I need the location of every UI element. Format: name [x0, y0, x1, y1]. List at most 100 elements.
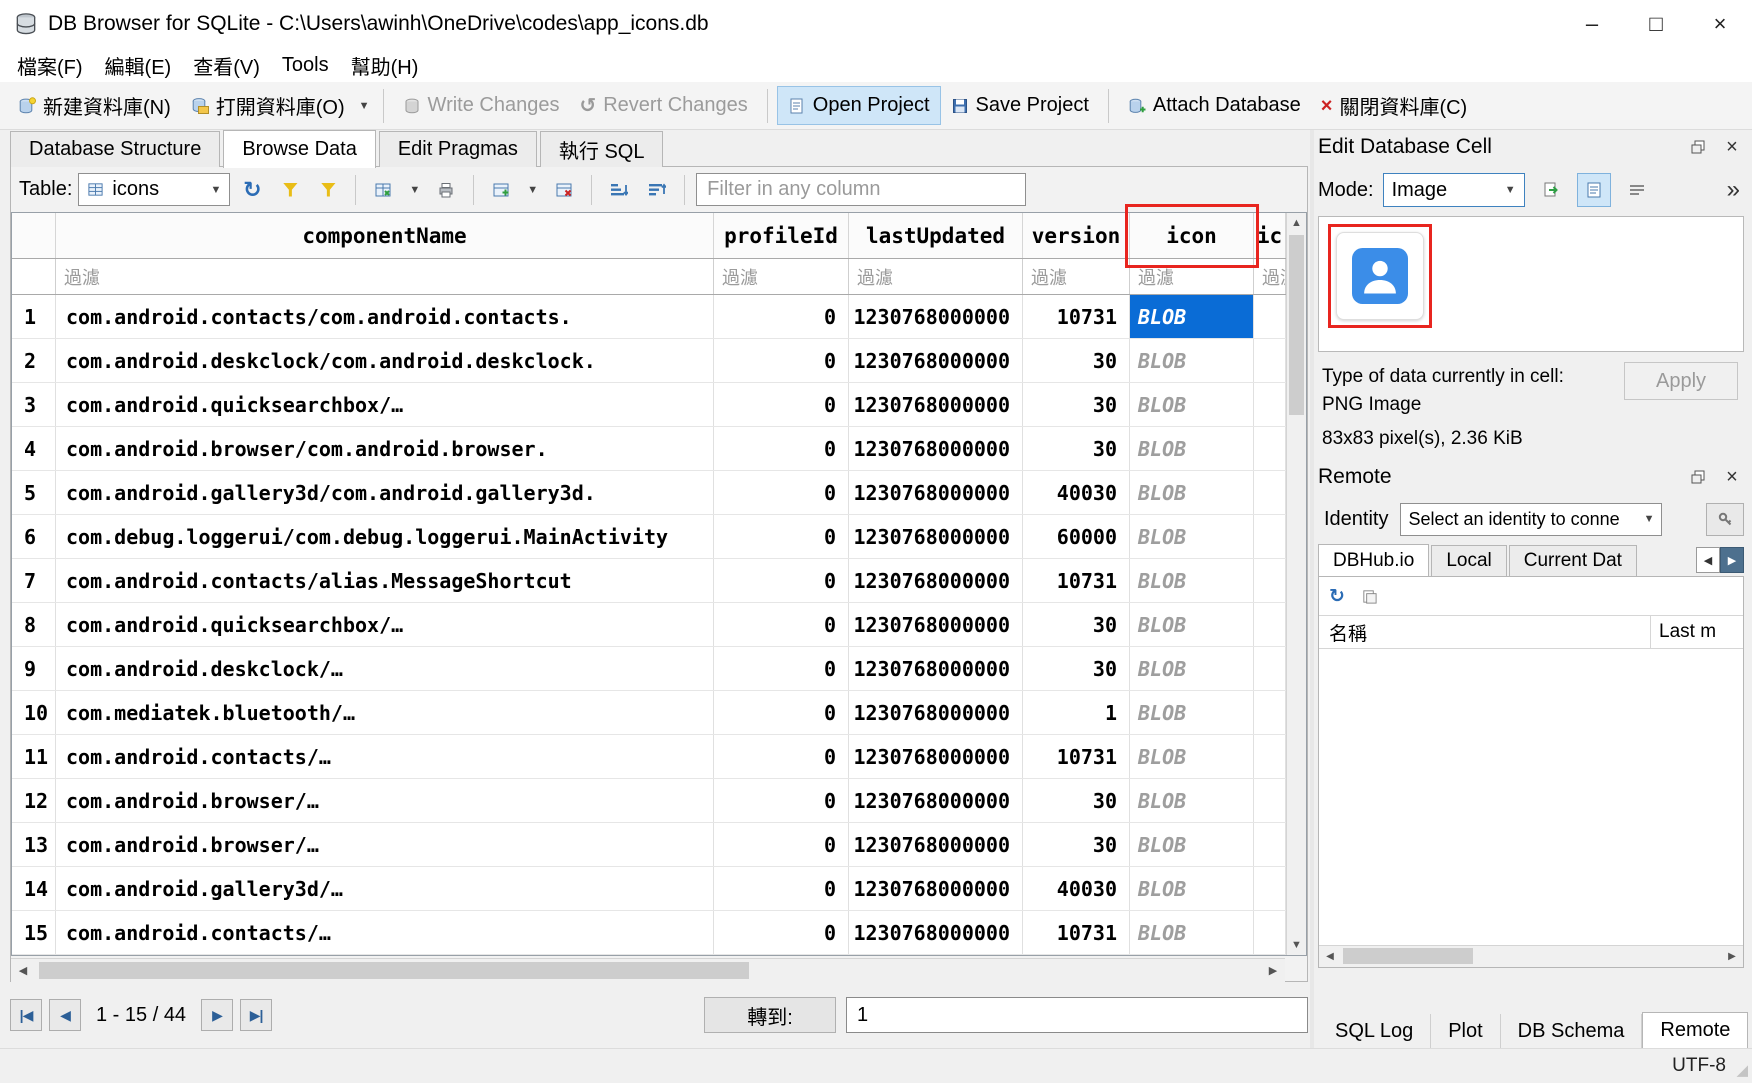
resize-grip-icon[interactable]: ◢ [1736, 1061, 1748, 1079]
save-table-caret-icon[interactable]: ▼ [405, 180, 424, 200]
corner-header[interactable] [12, 213, 56, 258]
cell-extra[interactable] [1254, 647, 1286, 690]
filter-any-column-input[interactable] [696, 173, 1026, 206]
save-project-button[interactable]: Save Project [941, 87, 1099, 124]
filter-input-profileId[interactable]: 過濾 [714, 259, 849, 294]
close-panel-icon[interactable]: × [1720, 465, 1744, 489]
row-number[interactable]: 6 [12, 515, 56, 558]
save-table-button[interactable] [367, 174, 399, 206]
first-record-button[interactable]: |◀ [10, 999, 42, 1031]
cell-version[interactable]: 10731 [1023, 735, 1130, 778]
import-identity-button[interactable] [1706, 503, 1744, 536]
menu-edit[interactable]: 編輯(E) [94, 48, 183, 83]
refresh-button[interactable]: ↻ [236, 174, 268, 206]
cell-componentName[interactable]: com.android.contacts/… [56, 911, 714, 954]
cell-version[interactable]: 1 [1023, 691, 1130, 734]
encoding-indicator[interactable]: UTF-8 [1672, 1055, 1726, 1077]
horizontal-scrollbar-thumb[interactable] [39, 962, 749, 979]
text-mode-button[interactable] [1577, 173, 1611, 207]
remote-clone-icon[interactable] [1361, 588, 1378, 605]
cell-componentName[interactable]: com.mediatek.bluetooth/… [56, 691, 714, 734]
remote-tab-dbhub[interactable]: DBHub.io [1318, 544, 1429, 576]
menu-file[interactable]: 檔案(F) [6, 48, 94, 83]
cell-componentName[interactable]: com.android.quicksearchbox/… [56, 383, 714, 426]
cell-extra[interactable] [1254, 471, 1286, 514]
cell-lastUpdated[interactable]: 1230768000000 [849, 295, 1023, 338]
column-header-lastUpdated[interactable]: lastUpdated [849, 213, 1023, 258]
menu-view[interactable]: 查看(V) [182, 48, 271, 83]
cell-extra[interactable] [1254, 559, 1286, 602]
word-wrap-button[interactable] [1620, 173, 1654, 207]
revert-changes-button[interactable]: ↺ Revert Changes [569, 86, 757, 125]
next-record-button[interactable]: ▶ [201, 999, 233, 1031]
cell-profileId[interactable]: 0 [714, 427, 849, 470]
cell-componentName[interactable]: com.debug.loggerui/com.debug.loggerui.Ma… [56, 515, 714, 558]
attach-database-button[interactable]: Attach Database [1118, 87, 1311, 124]
write-changes-button[interactable]: Write Changes [393, 87, 570, 124]
cell-version[interactable]: 30 [1023, 823, 1130, 866]
cell-extra[interactable] [1254, 383, 1286, 426]
cell-componentName[interactable]: com.android.quicksearchbox/… [56, 603, 714, 646]
filter-input-version[interactable]: 過濾 [1023, 259, 1130, 294]
cell-extra[interactable] [1254, 339, 1286, 382]
cell-lastUpdated[interactable]: 1230768000000 [849, 867, 1023, 910]
cell-icon[interactable]: BLOB [1130, 691, 1254, 734]
cell-componentName[interactable]: com.android.deskclock/… [56, 647, 714, 690]
goto-record-input[interactable] [846, 997, 1308, 1033]
tab-browse-data[interactable]: Browse Data [223, 130, 376, 168]
cell-profileId[interactable]: 0 [714, 691, 849, 734]
cell-version[interactable]: 30 [1023, 603, 1130, 646]
cell-version[interactable]: 30 [1023, 427, 1130, 470]
scroll-right-icon[interactable]: ▶ [1261, 959, 1285, 982]
cell-profileId[interactable]: 0 [714, 911, 849, 954]
sort-ascending-button[interactable] [603, 174, 635, 206]
row-number[interactable]: 7 [12, 559, 56, 602]
cell-icon[interactable]: BLOB [1130, 383, 1254, 426]
last-record-button[interactable]: ▶| [240, 999, 272, 1031]
cell-profileId[interactable]: 0 [714, 823, 849, 866]
row-number[interactable]: 15 [12, 911, 56, 954]
cell-version[interactable]: 10731 [1023, 559, 1130, 602]
cell-extra[interactable] [1254, 515, 1286, 558]
row-number[interactable]: 14 [12, 867, 56, 910]
apply-button[interactable]: Apply [1624, 362, 1738, 400]
cell-lastUpdated[interactable]: 1230768000000 [849, 515, 1023, 558]
cell-icon[interactable]: BLOB [1130, 779, 1254, 822]
remote-refresh-icon[interactable]: ↻ [1329, 587, 1345, 606]
sort-descending-button[interactable] [641, 174, 673, 206]
dock-tab-sql-log[interactable]: SQL Log [1318, 1014, 1431, 1048]
cell-version[interactable]: 30 [1023, 339, 1130, 382]
filter-button[interactable] [274, 174, 306, 206]
dock-tab-remote[interactable]: Remote [1642, 1012, 1748, 1048]
cell-version[interactable]: 40030 [1023, 471, 1130, 514]
new-database-button[interactable]: 新建資料庫(N) [8, 84, 181, 127]
cell-icon[interactable]: BLOB [1130, 515, 1254, 558]
remote-column-name[interactable]: 名稱 [1319, 616, 1651, 648]
row-number[interactable]: 3 [12, 383, 56, 426]
cell-version[interactable]: 30 [1023, 779, 1130, 822]
remote-tabs-scroll-right-icon[interactable]: ▶ [1720, 547, 1744, 573]
cell-version[interactable]: 10731 [1023, 911, 1130, 954]
row-number[interactable]: 1 [12, 295, 56, 338]
row-number[interactable]: 12 [12, 779, 56, 822]
column-header-icon[interactable]: icon [1130, 213, 1254, 258]
cell-componentName[interactable]: com.android.browser/… [56, 823, 714, 866]
cell-lastUpdated[interactable]: 1230768000000 [849, 647, 1023, 690]
cell-profileId[interactable]: 0 [714, 559, 849, 602]
dock-tab-plot[interactable]: Plot [1431, 1014, 1500, 1048]
cell-extra[interactable] [1254, 735, 1286, 778]
float-panel-icon[interactable] [1686, 135, 1710, 159]
cell-lastUpdated[interactable]: 1230768000000 [849, 427, 1023, 470]
cell-profileId[interactable]: 0 [714, 295, 849, 338]
column-header-version[interactable]: version [1023, 213, 1130, 258]
cell-icon[interactable]: BLOB [1130, 471, 1254, 514]
cell-profileId[interactable]: 0 [714, 779, 849, 822]
cell-icon[interactable]: BLOB [1130, 823, 1254, 866]
scroll-left-icon[interactable]: ◀ [1319, 946, 1341, 967]
cell-icon[interactable]: BLOB [1130, 559, 1254, 602]
import-data-button[interactable] [1534, 173, 1568, 207]
cell-lastUpdated[interactable]: 1230768000000 [849, 603, 1023, 646]
cell-componentName[interactable]: com.android.contacts/com.android.contact… [56, 295, 714, 338]
cell-extra[interactable] [1254, 911, 1286, 954]
cell-profileId[interactable]: 0 [714, 471, 849, 514]
